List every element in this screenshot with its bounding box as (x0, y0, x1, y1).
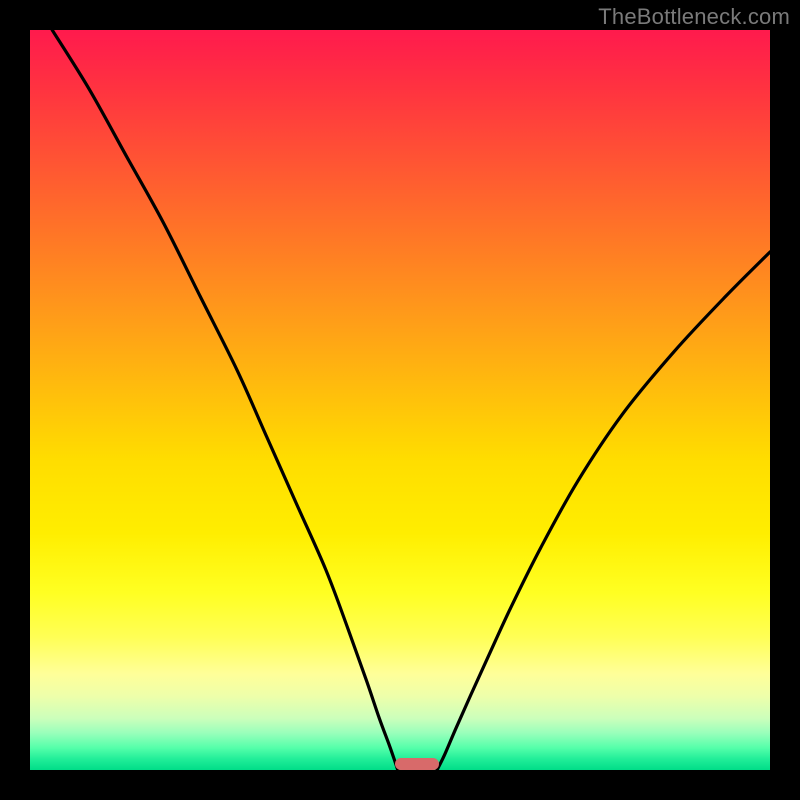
optimum-marker (395, 758, 439, 770)
bottleneck-curve (30, 30, 770, 770)
chart-frame: TheBottleneck.com (0, 0, 800, 800)
watermark-text: TheBottleneck.com (598, 4, 790, 30)
plot-area (30, 30, 770, 770)
